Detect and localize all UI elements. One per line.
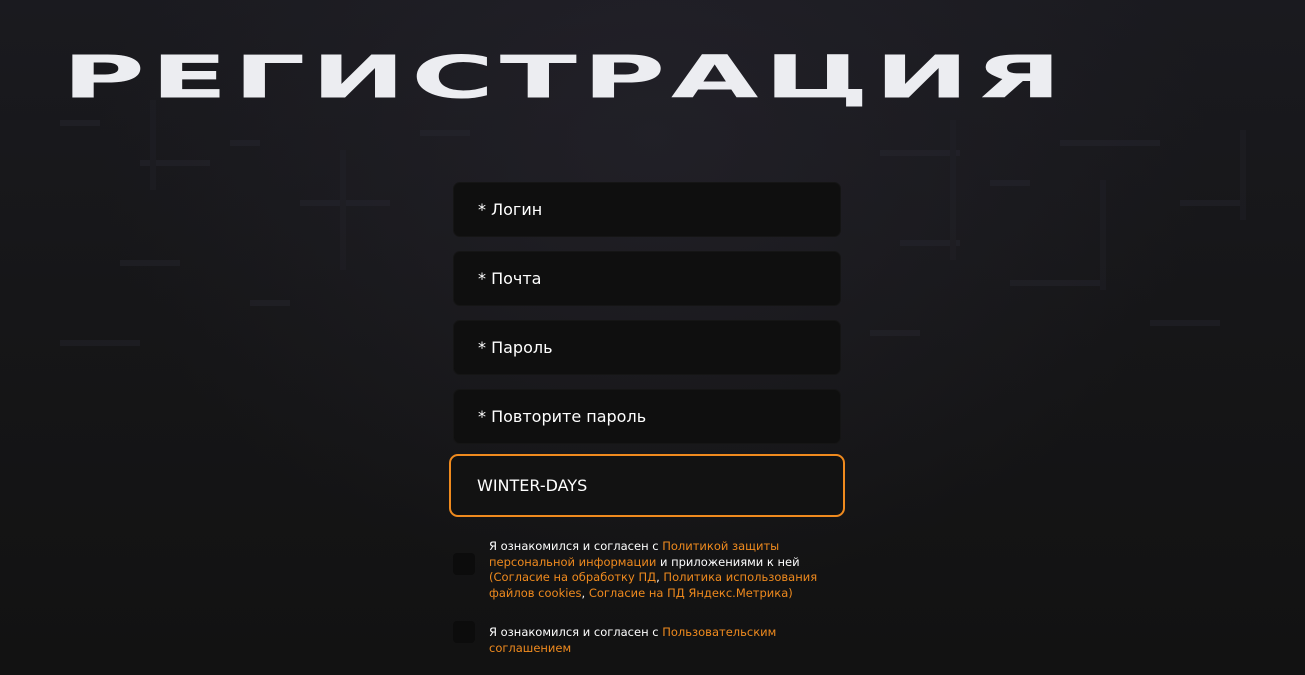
terms-consent-text: Я ознакомился и согласен с [489,625,663,639]
login-field[interactable]: * Логин [453,182,841,237]
privacy-consent: Я ознакомился и согласен с Политикой защ… [453,539,841,601]
page-title: РЕГИСТРАЦИЯ [62,43,1068,112]
page-title-wrapper: РЕГИСТРАЦИЯ [62,30,1232,125]
promo-code-value: WINTER-DAYS [477,476,588,495]
pd-consent-link[interactable]: Согласие на обработку ПД [494,570,657,584]
login-placeholder: * Логин [478,200,543,219]
password-placeholder: * Пароль [478,338,553,357]
privacy-consent-checkbox[interactable] [453,553,475,575]
privacy-consent-middle-text: и приложениями к ней [656,554,800,569]
paren-close: ) [788,585,793,600]
promo-code-field[interactable]: WINTER-DAYS [449,454,845,517]
repeat-password-field[interactable]: * Повторите пароль [453,389,841,444]
privacy-consent-text: Я ознакомился и согласен с [489,539,663,553]
email-field[interactable]: * Почта [453,251,841,306]
email-placeholder: * Почта [478,269,542,288]
repeat-password-placeholder: * Повторите пароль [478,407,647,426]
separator-2: , [581,585,589,600]
registration-form: * Логин * Почта * Пароль * Повторите пар… [449,182,845,656]
terms-consent: Я ознакомился и согласен с Пользовательс… [453,621,841,656]
terms-consent-checkbox[interactable] [453,621,475,643]
password-field[interactable]: * Пароль [453,320,841,375]
yandex-metrika-consent-link[interactable]: Согласие на ПД Яндекс.Метрика [589,586,788,600]
